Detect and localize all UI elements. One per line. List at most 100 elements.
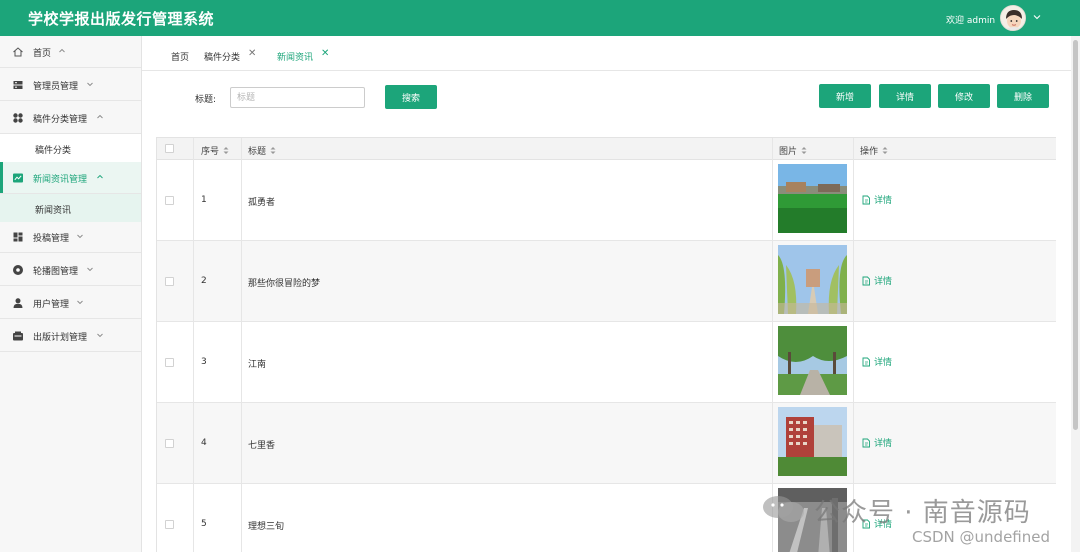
search-button[interactable]: 搜索 <box>385 85 437 109</box>
sidebar-item-label: 用户管理 <box>33 300 70 310</box>
close-icon[interactable]: ✕ <box>321 48 329 59</box>
sidebar-item-label: 投稿管理 <box>33 234 70 244</box>
sidebar-item-submission[interactable]: 投稿管理 <box>0 221 141 253</box>
chevron-up-icon <box>59 48 65 53</box>
row-checkbox[interactable] <box>165 196 174 205</box>
app-title: 学校学报出版发行管理系统 <box>28 10 215 28</box>
sidebar-item-label: 轮播图管理 <box>33 267 79 277</box>
chevron-down-icon[interactable] <box>1032 12 1042 22</box>
row-checkbox[interactable] <box>165 277 174 286</box>
sidebar-item-home[interactable]: 首页 <box>0 36 141 68</box>
row-title: 江南 <box>248 360 267 370</box>
table-row[interactable]: 3 江南 详情 <box>157 322 1056 403</box>
chevron-down-icon <box>97 333 103 338</box>
column-header-title[interactable]: 标题 <box>248 144 276 157</box>
detail-button[interactable]: 详情 <box>879 84 931 108</box>
news-image-thumbnail[interactable] <box>778 488 847 552</box>
detail-label: 详情 <box>874 196 893 206</box>
column-header-image[interactable]: 图片 <box>779 144 807 157</box>
active-indicator <box>0 162 3 193</box>
sidebar-item-label: 出版计划管理 <box>33 333 88 343</box>
sidebar-item-admin[interactable]: 管理员管理 <box>0 69 141 101</box>
add-button[interactable]: 新增 <box>819 84 871 108</box>
row-checkbox[interactable] <box>165 439 174 448</box>
column-header-actions[interactable]: 操作 <box>860 144 888 157</box>
news-icon <box>13 173 23 183</box>
category-icon <box>13 113 23 123</box>
table-row[interactable]: 5 理想三旬 详情 <box>157 484 1056 552</box>
row-detail-link[interactable]: 详情 <box>861 355 892 368</box>
delete-button[interactable]: 删除 <box>997 84 1049 108</box>
row-title: 那些你很冒险的梦 <box>248 279 321 289</box>
sort-icon[interactable] <box>801 146 807 155</box>
table-header: 序号 标题 图片 操作 <box>157 138 1056 160</box>
column-label: 图片 <box>779 147 798 157</box>
row-detail-link[interactable]: 详情 <box>861 436 892 449</box>
select-all-checkbox[interactable] <box>165 144 174 153</box>
sidebar-item-manuscript-category[interactable]: 稿件分类管理 <box>0 102 141 134</box>
home-icon <box>13 47 23 57</box>
news-image-thumbnail[interactable] <box>778 326 847 395</box>
sidebar-item-publishing-plan[interactable]: 出版计划管理 <box>0 320 141 352</box>
row-detail-link[interactable]: 详情 <box>861 517 892 530</box>
tab-home[interactable]: 首页 <box>171 50 189 63</box>
chevron-up-icon <box>97 114 103 119</box>
sidebar: 首页 管理员管理 稿件分类管理 稿件分类 新闻资讯管理 新闻资讯 投稿管理 轮播… <box>0 36 142 552</box>
chevron-down-icon <box>77 300 83 305</box>
table-row[interactable]: 2 那些你很冒险的梦 详情 <box>157 241 1056 322</box>
chevron-down-icon <box>87 82 93 87</box>
sidebar-item-label: 首页 <box>33 49 52 59</box>
row-index: 2 <box>201 276 207 286</box>
edit-button[interactable]: 修改 <box>938 84 990 108</box>
document-icon <box>862 195 870 205</box>
sidebar-item-news[interactable]: 新闻资讯管理 <box>0 162 141 194</box>
stairs-interior-image <box>778 488 847 552</box>
row-detail-link[interactable]: 详情 <box>861 193 892 206</box>
sidebar-item-label: 新闻资讯管理 <box>33 175 88 185</box>
user-avatar[interactable] <box>1000 5 1026 31</box>
admin-icon <box>13 81 23 89</box>
tab-manuscript-category[interactable]: 稿件分类 <box>204 50 240 63</box>
news-table: 序号 标题 图片 操作 1 孤勇者 详情 2 那些你很冒险的梦 详情 3 江南 … <box>156 137 1056 552</box>
campus-lawn-image <box>778 164 847 233</box>
table-row[interactable]: 4 七里香 详情 <box>157 403 1056 484</box>
sort-icon[interactable] <box>270 146 276 155</box>
row-title: 孤勇者 <box>248 198 276 208</box>
sidebar-item-label: 稿件分类管理 <box>33 115 88 125</box>
sidebar-subitem-label: 稿件分类 <box>35 146 72 156</box>
news-image-thumbnail[interactable] <box>778 407 847 476</box>
campus-path-image <box>778 326 847 395</box>
close-icon[interactable]: ✕ <box>248 48 256 59</box>
detail-label: 详情 <box>874 439 893 449</box>
row-title: 七里香 <box>248 441 276 451</box>
column-header-index[interactable]: 序号 <box>201 144 229 157</box>
tree-avenue-image <box>778 245 847 314</box>
document-icon <box>862 519 870 529</box>
row-checkbox[interactable] <box>165 520 174 529</box>
sidebar-item-user[interactable]: 用户管理 <box>0 287 141 319</box>
sidebar-item-carousel[interactable]: 轮播图管理 <box>0 254 141 286</box>
scrollbar-thumb[interactable] <box>1073 40 1078 430</box>
document-icon <box>862 438 870 448</box>
chevron-up-icon <box>97 174 103 179</box>
sort-icon[interactable] <box>223 146 229 155</box>
submission-icon <box>13 232 23 242</box>
table-row[interactable]: 1 孤勇者 详情 <box>157 160 1056 241</box>
sidebar-item-label: 管理员管理 <box>33 82 79 92</box>
sidebar-subitem-manuscript-category[interactable]: 稿件分类 <box>0 134 141 162</box>
row-index: 5 <box>201 519 207 529</box>
row-index: 4 <box>201 438 207 448</box>
column-divider <box>772 138 773 552</box>
news-image-thumbnail[interactable] <box>778 245 847 314</box>
tab-news[interactable]: 新闻资讯 <box>277 50 313 63</box>
row-checkbox[interactable] <box>165 358 174 367</box>
news-image-thumbnail[interactable] <box>778 164 847 233</box>
sort-icon[interactable] <box>882 146 888 155</box>
detail-label: 详情 <box>874 358 893 368</box>
title-search-input[interactable] <box>230 87 365 108</box>
sidebar-subitem-news[interactable]: 新闻资讯 <box>0 194 141 222</box>
tab-bar: 首页 稿件分类 ✕ 新闻资讯 ✕ <box>142 36 1080 71</box>
document-icon <box>862 276 870 286</box>
row-detail-link[interactable]: 详情 <box>861 274 892 287</box>
row-index: 3 <box>201 357 207 367</box>
